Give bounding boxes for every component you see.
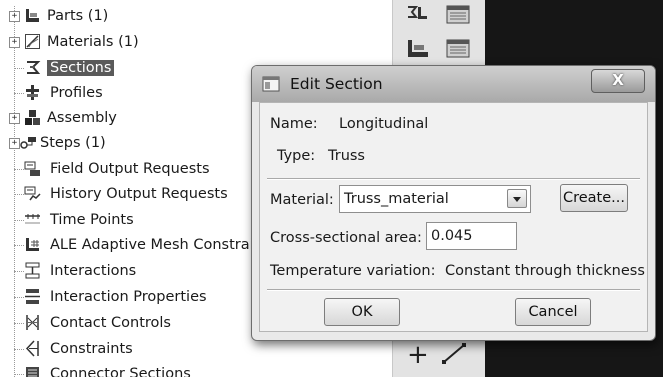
tree-item-label: Connector Sections [50, 366, 191, 377]
line-tool-icon[interactable] [441, 342, 467, 364]
name-label: Name: [270, 116, 318, 132]
section-manager-icon[interactable] [445, 4, 471, 26]
create-material-button[interactable]: Create... [560, 184, 628, 212]
steps-icon [20, 134, 37, 151]
contact-controls-icon [24, 314, 41, 331]
tree-line [14, 68, 24, 69]
expand-icon[interactable]: + [9, 37, 20, 48]
edit-section-dialog: Edit Section X Name: Longitudinal Type: … [251, 65, 656, 341]
tree-item-parts[interactable]: + Parts (1) [0, 4, 392, 28]
dialog-titlebar[interactable]: Edit Section X [252, 66, 655, 102]
assembly-icon [24, 109, 41, 126]
interaction-properties-icon [24, 288, 41, 305]
tree-item-label: Assembly [47, 110, 117, 126]
tree-item-label: Time Points [50, 212, 134, 228]
ale-mesh-icon [24, 236, 41, 253]
tree-item-label: Field Output Requests [50, 161, 210, 177]
tree-line [14, 323, 24, 324]
close-button[interactable]: X [591, 69, 645, 93]
dialog-body: Name: Longitudinal Type: Truss Material:… [259, 102, 648, 332]
create-point-icon[interactable]: + [407, 342, 433, 368]
materials-icon [24, 33, 41, 50]
assign-section-icon[interactable] [405, 38, 431, 60]
divider [267, 289, 640, 291]
tree-item-label: History Output Requests [50, 186, 228, 202]
time-points-icon [24, 211, 41, 228]
cross-sectional-area-label: Cross-sectional area: [270, 230, 422, 246]
material-label: Material: [270, 192, 334, 208]
material-select-value: Truss_material [344, 191, 449, 207]
expand-icon[interactable]: + [9, 11, 20, 22]
field-output-icon [24, 160, 41, 177]
tree-item-label: Constraints [50, 341, 133, 357]
tree-line [14, 349, 24, 350]
tree-line [14, 245, 24, 246]
constraints-icon [24, 340, 41, 357]
history-output-icon [24, 185, 41, 202]
divider [267, 178, 640, 180]
tree-line [14, 271, 24, 272]
assignment-manager-icon[interactable] [445, 38, 471, 60]
expand-icon[interactable]: + [9, 138, 20, 149]
tree-line [14, 220, 24, 221]
tree-line [14, 93, 24, 94]
tree-line [14, 374, 24, 375]
ok-button[interactable]: OK [324, 298, 400, 326]
tree-item-label: Interaction Properties [50, 289, 207, 305]
tree-item-label: Materials (1) [47, 34, 139, 50]
cross-sectional-area-input[interactable]: 0.045 [426, 222, 517, 250]
tree-item-label: Profiles [50, 85, 103, 101]
tree-item-label: Steps (1) [40, 135, 106, 151]
type-value: Truss [328, 148, 365, 164]
temperature-variation-label: Temperature variation: [270, 263, 436, 279]
temperature-variation-value: Constant through thickness [445, 263, 645, 279]
tree-item-materials[interactable]: + Materials (1) [0, 30, 392, 54]
sections-icon [24, 59, 41, 76]
tree-item-label: Contact Controls [50, 315, 171, 331]
tree-line [14, 297, 24, 298]
tree-item-label: Sections [47, 60, 115, 76]
type-label: Type: [277, 148, 316, 164]
tree-item-label: ALE Adaptive Mesh Constraints [50, 237, 277, 253]
expand-icon[interactable]: + [9, 113, 20, 124]
connector-sections-icon [24, 365, 41, 377]
create-section-icon[interactable] [405, 4, 431, 26]
tree-item-label: Interactions [50, 263, 137, 279]
tree-item-connector-sections[interactable]: Connector Sections [0, 362, 392, 377]
cancel-button[interactable]: Cancel [515, 298, 591, 326]
tree-item-label: Parts (1) [47, 8, 109, 24]
interactions-icon [24, 262, 41, 279]
parts-icon [24, 7, 41, 24]
dialog-title: Edit Section [290, 75, 383, 93]
tree-line [14, 194, 24, 195]
chevron-down-icon[interactable] [507, 189, 527, 208]
name-value: Longitudinal [339, 116, 429, 132]
material-select[interactable]: Truss_material [339, 185, 531, 213]
tree-line [14, 169, 24, 170]
profiles-icon [24, 84, 41, 101]
window-icon [262, 76, 280, 92]
